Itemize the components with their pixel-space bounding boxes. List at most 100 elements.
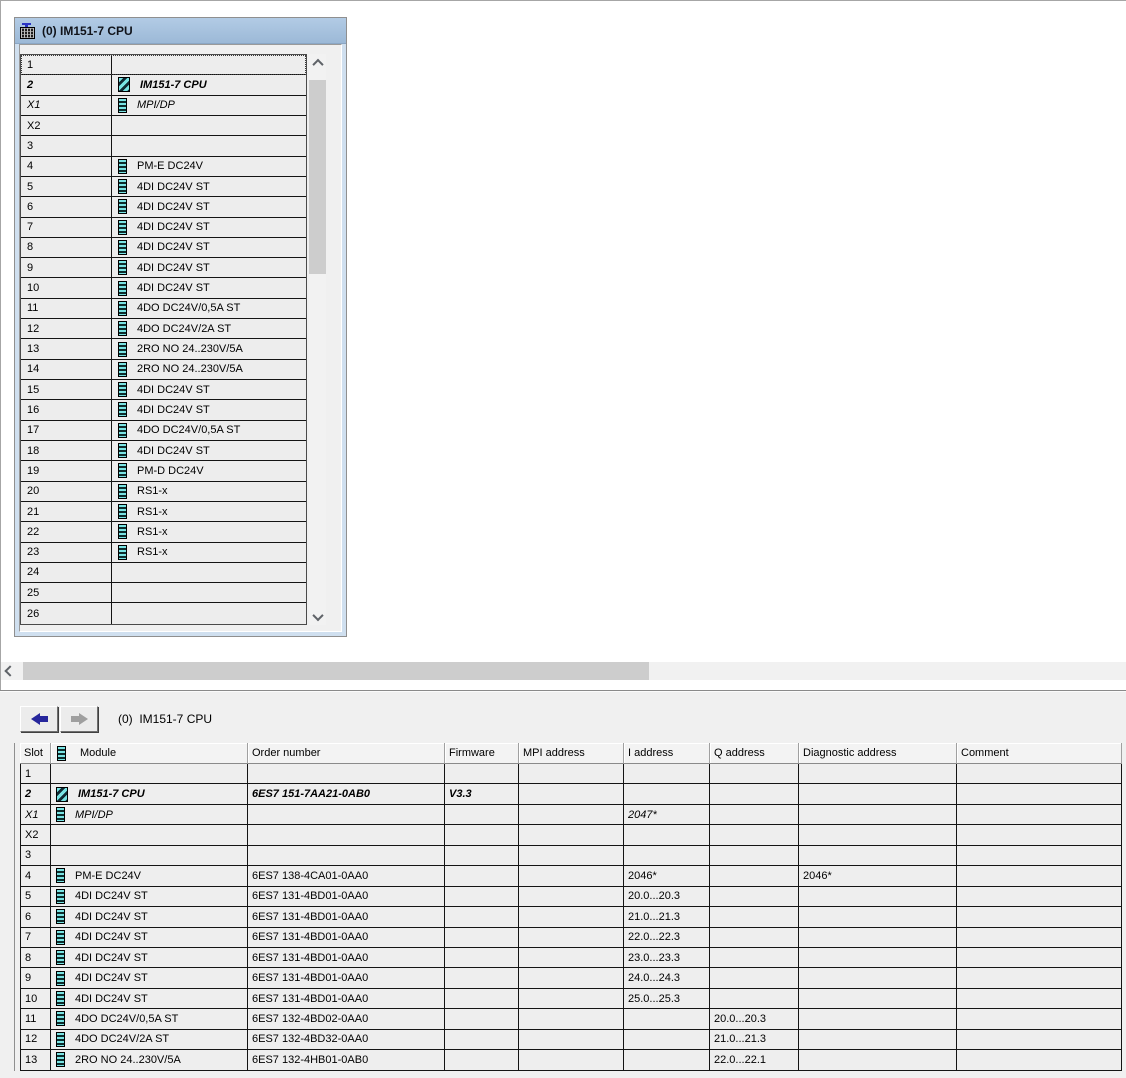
cell-module[interactable]: MPI/DP bbox=[51, 804, 248, 825]
cell-slot[interactable]: 11 bbox=[20, 1009, 51, 1029]
rack-row[interactable]: 1 bbox=[21, 55, 306, 76]
rack-window-titlebar[interactable]: (0) IM151-7 CPU bbox=[15, 18, 346, 44]
rack-module-cell[interactable]: 4DI DC24V ST bbox=[111, 278, 306, 298]
cell-firmware[interactable] bbox=[445, 1029, 519, 1050]
table-row[interactable]: 2 IM151-7 CPU 6ES7 151-7AA21-0AB0 V3.3 bbox=[20, 784, 1122, 805]
rack-row[interactable]: 20 RS1-x bbox=[21, 481, 306, 502]
table-row[interactable]: 13 2RO NO 24..230V/5A 6ES7 132-4HB01-0AB0 2… bbox=[20, 1050, 1122, 1071]
cell-diagnostic_address[interactable]: 2046* bbox=[799, 866, 957, 886]
cell-diagnostic_address[interactable] bbox=[799, 927, 957, 947]
rack-row[interactable]: 8 4DI DC24V ST bbox=[21, 237, 306, 259]
rack-module-cell[interactable]: IM151-7 CPU bbox=[111, 75, 306, 95]
scroll-down-button[interactable] bbox=[309, 608, 326, 625]
cell-i_address[interactable]: 24.0...24.3 bbox=[624, 968, 710, 988]
cell-mpi_address[interactable] bbox=[519, 866, 624, 886]
cell-i_address[interactable]: 22.0...22.3 bbox=[624, 927, 710, 947]
rack-module-cell[interactable]: 4DI DC24V ST bbox=[111, 400, 306, 420]
rack-row[interactable]: 4 PM-E DC24V bbox=[21, 156, 306, 177]
vertical-scrollbar-thumb[interactable] bbox=[309, 80, 326, 274]
cell-q_address[interactable]: 22.0...22.1 bbox=[710, 1050, 799, 1070]
rack-row[interactable]: 12 4DO DC24V/2A ST bbox=[21, 319, 306, 340]
cell-mpi_address[interactable] bbox=[519, 988, 624, 1009]
rack-module-cell[interactable]: 4DI DC24V ST bbox=[111, 176, 306, 197]
rack-module-cell[interactable] bbox=[111, 562, 306, 583]
cell-comment[interactable] bbox=[957, 907, 1122, 927]
cell-order_number[interactable]: 6ES7 131-4BD01-0AA0 bbox=[248, 907, 445, 927]
table-row[interactable]: 5 4DI DC24V ST 6ES7 131-4BD01-0AA0 20.0...2… bbox=[20, 886, 1122, 908]
table-row[interactable]: 3 bbox=[20, 845, 1122, 867]
rack-row[interactable]: 11 4DO DC24V/0,5A ST bbox=[21, 298, 306, 320]
cell-module[interactable]: 2RO NO 24..230V/5A bbox=[51, 1050, 248, 1070]
cell-diagnostic_address[interactable] bbox=[799, 988, 957, 1009]
cell-comment[interactable] bbox=[957, 764, 1122, 784]
scroll-left-button[interactable] bbox=[1, 662, 19, 680]
rack-module-cell[interactable] bbox=[111, 55, 306, 75]
rack-row[interactable]: 19 PM-D DC24V bbox=[21, 461, 306, 482]
cell-i_address[interactable]: 21.0...21.3 bbox=[624, 907, 710, 927]
cell-i_address[interactable]: 23.0...23.3 bbox=[624, 947, 710, 968]
cell-order_number[interactable] bbox=[248, 804, 445, 825]
rack-vertical-scrollbar[interactable] bbox=[309, 54, 326, 625]
cell-module[interactable]: 4DI DC24V ST bbox=[51, 907, 248, 927]
cell-firmware[interactable] bbox=[445, 1009, 519, 1029]
cell-diagnostic_address[interactable] bbox=[799, 1029, 957, 1050]
cell-comment[interactable] bbox=[957, 784, 1122, 804]
rack-module-cell[interactable]: 4DI DC24V ST bbox=[111, 237, 306, 258]
cell-firmware[interactable] bbox=[445, 804, 519, 825]
horizontal-scrollbar-thumb[interactable] bbox=[23, 662, 649, 680]
cell-firmware[interactable] bbox=[445, 845, 519, 866]
cell-slot[interactable]: 1 bbox=[20, 764, 51, 784]
cell-diagnostic_address[interactable] bbox=[799, 784, 957, 804]
cell-q_address[interactable]: 21.0...21.3 bbox=[710, 1029, 799, 1050]
cell-q_address[interactable] bbox=[710, 927, 799, 947]
table-row[interactable]: X2 bbox=[20, 825, 1122, 846]
cell-module[interactable] bbox=[51, 845, 248, 866]
cell-q_address[interactable] bbox=[710, 804, 799, 825]
cell-module[interactable]: 4DO DC24V/2A ST bbox=[51, 1029, 248, 1050]
cell-comment[interactable] bbox=[957, 947, 1122, 968]
cell-module[interactable] bbox=[51, 764, 248, 784]
cell-firmware[interactable]: V3.3 bbox=[445, 784, 519, 804]
rack-module-cell[interactable]: 4DO DC24V/0,5A ST bbox=[111, 420, 306, 440]
rack-row[interactable]: 15 4DI DC24V ST bbox=[21, 380, 306, 401]
cell-q_address[interactable]: 20.0...20.3 bbox=[710, 1009, 799, 1029]
rack-row[interactable]: 2 IM151-7 CPU bbox=[21, 75, 306, 96]
cell-order_number[interactable] bbox=[248, 825, 445, 845]
cell-slot[interactable]: 12 bbox=[20, 1029, 51, 1050]
cell-slot[interactable]: 9 bbox=[20, 968, 51, 988]
table-row[interactable]: 10 4DI DC24V ST 6ES7 131-4BD01-0AA0 25.0...… bbox=[20, 988, 1122, 1010]
cell-i_address[interactable]: 2046* bbox=[624, 866, 710, 886]
cell-comment[interactable] bbox=[957, 804, 1122, 825]
rack-row[interactable]: 10 4DI DC24V ST bbox=[21, 278, 306, 299]
rack-row[interactable]: 25 bbox=[21, 583, 306, 604]
cell-comment[interactable] bbox=[957, 988, 1122, 1009]
rack-module-cell[interactable]: 4DO DC24V/2A ST bbox=[111, 319, 306, 339]
cell-i_address[interactable]: 2047* bbox=[624, 804, 710, 825]
table-row[interactable]: 12 4DO DC24V/2A ST 6ES7 132-4BD32-0AA0 21.0… bbox=[20, 1029, 1122, 1051]
forward-button-disabled[interactable] bbox=[60, 706, 98, 732]
rack-row[interactable]: 9 4DI DC24V ST bbox=[21, 258, 306, 279]
cell-mpi_address[interactable] bbox=[519, 804, 624, 825]
cell-firmware[interactable] bbox=[445, 988, 519, 1009]
cell-q_address[interactable] bbox=[710, 866, 799, 886]
cell-diagnostic_address[interactable] bbox=[799, 764, 957, 784]
cell-q_address[interactable] bbox=[710, 784, 799, 804]
rack-module-cell[interactable]: 4DO DC24V/0,5A ST bbox=[111, 298, 306, 319]
rack-module-cell[interactable]: RS1-x bbox=[111, 542, 306, 562]
cell-mpi_address[interactable] bbox=[519, 1009, 624, 1029]
cell-slot[interactable]: 7 bbox=[20, 927, 51, 947]
rack-module-cell[interactable]: PM-D DC24V bbox=[111, 461, 306, 481]
cell-firmware[interactable] bbox=[445, 886, 519, 907]
cell-mpi_address[interactable] bbox=[519, 968, 624, 988]
cell-i_address[interactable] bbox=[624, 764, 710, 784]
cell-q_address[interactable] bbox=[710, 947, 799, 968]
table-row[interactable]: 8 4DI DC24V ST 6ES7 131-4BD01-0AA0 23.0...2… bbox=[20, 947, 1122, 969]
rack-row[interactable]: 16 4DI DC24V ST bbox=[21, 400, 306, 421]
rack-module-cell[interactable]: 4DI DC24V ST bbox=[111, 380, 306, 400]
rack-row[interactable]: 7 4DI DC24V ST bbox=[21, 217, 306, 238]
cell-slot[interactable]: 2 bbox=[20, 784, 51, 804]
cell-diagnostic_address[interactable] bbox=[799, 907, 957, 927]
cell-q_address[interactable] bbox=[710, 845, 799, 866]
cell-slot[interactable]: 4 bbox=[20, 866, 51, 886]
rack-row[interactable]: 3 bbox=[21, 136, 306, 157]
